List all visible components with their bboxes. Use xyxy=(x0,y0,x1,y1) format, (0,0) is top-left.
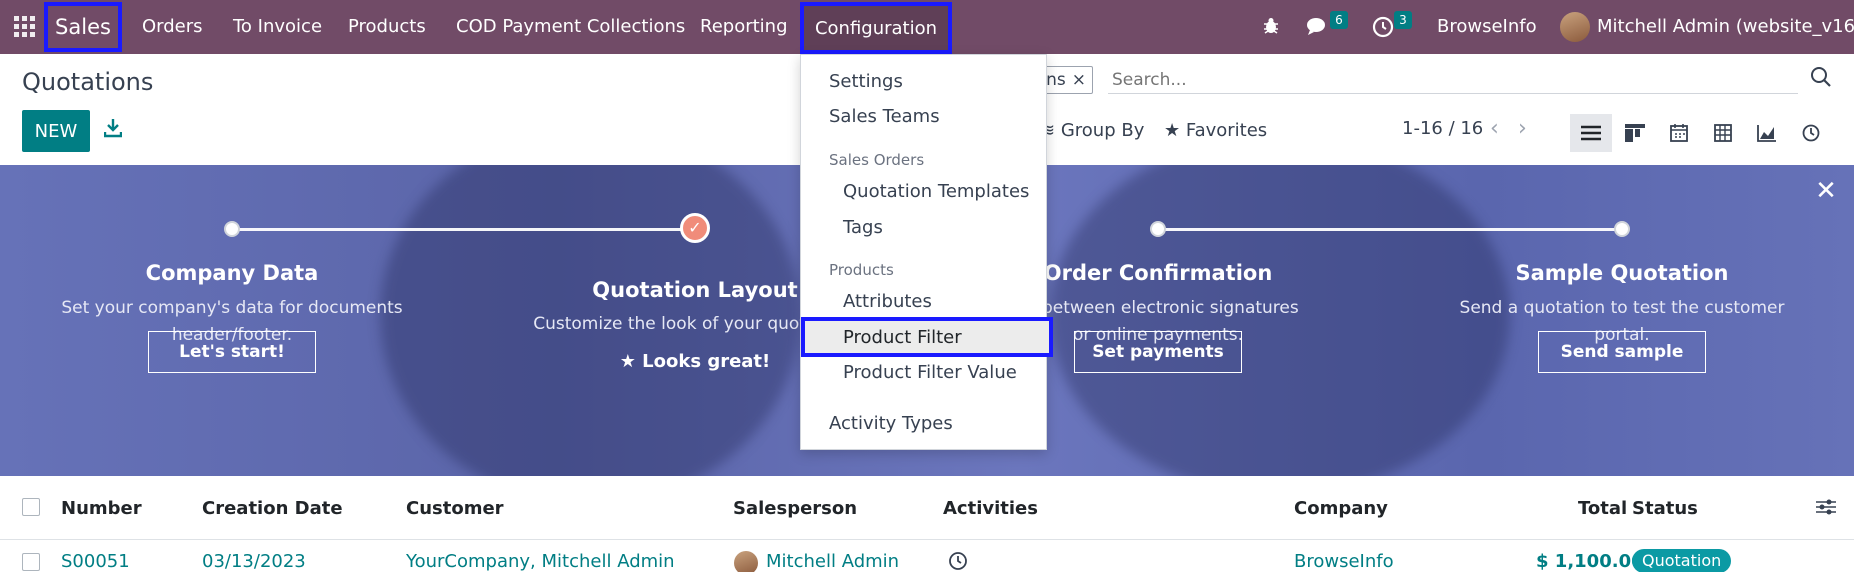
cell-creation-date[interactable]: 03/13/2023 xyxy=(202,551,306,572)
status-badge: Quotation xyxy=(1632,549,1732,572)
column-status[interactable]: Status xyxy=(1632,498,1698,519)
configuration-dropdown: Settings Sales Teams Sales Orders Quotat… xyxy=(800,54,1053,450)
star-icon: ★ xyxy=(619,351,636,372)
salesperson-avatar xyxy=(734,551,758,572)
messages-icon[interactable] xyxy=(1306,16,1328,38)
menu-item-quotation-templates[interactable]: Quotation Templates xyxy=(843,181,1029,202)
favorites-button[interactable]: ★ Favorites xyxy=(1164,120,1267,141)
cell-total: $ 1,100.00 xyxy=(1536,551,1644,572)
close-icon[interactable]: ✕ xyxy=(1814,178,1838,204)
menu-item-settings[interactable]: Settings xyxy=(829,71,903,92)
lets-start-button[interactable]: Let's start! xyxy=(148,331,316,373)
optional-columns-icon[interactable] xyxy=(1816,498,1836,520)
star-icon: ★ xyxy=(1164,120,1181,141)
bug-icon[interactable] xyxy=(1260,16,1282,38)
activities-clock-icon[interactable] xyxy=(1372,16,1394,38)
apps-menu-icon[interactable] xyxy=(14,16,36,38)
progress-line xyxy=(232,228,694,231)
activities-count-badge: 3 xyxy=(1394,11,1412,29)
table-header: Number Creation Date Customer Salesperso… xyxy=(0,476,1854,540)
step-title-company-data: Company Data xyxy=(145,261,319,285)
step-done-check-icon: ✓ xyxy=(680,213,710,243)
menu-item-activity-types[interactable]: Activity Types xyxy=(829,413,953,434)
company-switcher[interactable]: BrowseInfo xyxy=(1437,0,1537,54)
calendar-view-icon[interactable] xyxy=(1658,114,1700,152)
page-title: Quotations xyxy=(22,68,154,96)
menu-item-product-filter-highlight[interactable]: Product Filter xyxy=(801,317,1053,357)
menu-item-attributes[interactable]: Attributes xyxy=(843,291,932,312)
search-icon[interactable] xyxy=(1810,66,1834,90)
cell-customer[interactable]: YourCompany, Mitchell Admin xyxy=(406,551,675,572)
download-icon[interactable] xyxy=(103,118,124,142)
column-total[interactable]: Total xyxy=(1578,498,1627,519)
search-input[interactable] xyxy=(1108,66,1798,94)
step-desc-line: Set your company's data for documents xyxy=(61,298,403,318)
menu-item-product-filter-value[interactable]: Product Filter Value xyxy=(843,362,1017,383)
user-menu[interactable]: Mitchell Admin (website_v16) xyxy=(1597,0,1854,54)
top-navbar: Sales Orders To Invoice Products COD Pay… xyxy=(0,0,1854,54)
group-by-label: Group By xyxy=(1060,120,1145,141)
activity-view-icon[interactable] xyxy=(1790,114,1832,152)
menu-header-products: Products xyxy=(829,261,894,279)
menu-cod-payment-collections[interactable]: COD Payment Collections xyxy=(456,0,685,54)
activity-clock-icon[interactable] xyxy=(948,551,970,572)
kanban-view-icon[interactable] xyxy=(1614,114,1656,152)
looks-great-text: Looks great! xyxy=(642,351,771,372)
select-all-checkbox[interactable] xyxy=(22,498,40,516)
menu-to-invoice[interactable]: To Invoice xyxy=(233,0,322,54)
column-customer[interactable]: Customer xyxy=(406,498,504,519)
new-button[interactable]: NEW xyxy=(22,110,90,152)
row-checkbox[interactable] xyxy=(22,553,40,571)
step-desc-line: Send a quotation to test the customer xyxy=(1459,298,1785,318)
menu-reporting[interactable]: Reporting xyxy=(700,0,788,54)
favorites-label: Favorites xyxy=(1185,120,1268,141)
column-salesperson[interactable]: Salesperson xyxy=(733,498,857,519)
pager-value[interactable]: 1-16 / 16 xyxy=(1402,118,1483,139)
graph-view-icon[interactable] xyxy=(1746,114,1788,152)
pager-next-icon[interactable]: › xyxy=(1518,116,1527,141)
cell-company[interactable]: BrowseInfo xyxy=(1294,551,1394,572)
facet-remove-icon[interactable]: × xyxy=(1072,67,1086,93)
menu-item-product-filter[interactable]: Product Filter xyxy=(843,327,962,348)
send-sample-button[interactable]: Send sample xyxy=(1538,331,1706,373)
list-view-icon[interactable] xyxy=(1570,114,1612,152)
column-company[interactable]: Company xyxy=(1294,498,1388,519)
menu-header-sales-orders: Sales Orders xyxy=(829,151,925,169)
user-avatar[interactable] xyxy=(1560,12,1590,42)
step-dot-sample-quotation xyxy=(1614,221,1630,237)
looks-great-label: ★ Looks great! xyxy=(620,351,771,372)
column-activities[interactable]: Activities xyxy=(943,498,1038,519)
pager-previous-icon[interactable]: ‹ xyxy=(1490,116,1499,141)
pivot-view-icon[interactable] xyxy=(1702,114,1744,152)
menu-item-tags[interactable]: Tags xyxy=(843,217,883,238)
menu-configuration[interactable]: Configuration xyxy=(800,2,952,54)
step-dot-order-confirmation xyxy=(1150,221,1166,237)
cell-salesperson[interactable]: Mitchell Admin xyxy=(766,551,899,572)
cell-number[interactable]: S00051 xyxy=(61,551,130,572)
step-desc-line: Customize the look of your quot xyxy=(533,314,806,334)
table-row[interactable]: S00051 03/13/2023 YourCompany, Mitchell … xyxy=(0,541,1854,572)
step-desc-quotation-layout: Customize the look of your quot xyxy=(506,311,806,338)
app-name-sales[interactable]: Sales xyxy=(44,2,122,52)
column-creation-date[interactable]: Creation Date xyxy=(202,498,343,519)
step-title-quotation-layout: Quotation Layout xyxy=(592,278,798,302)
step-title-sample-quotation: Sample Quotation xyxy=(1515,261,1729,285)
group-by-button[interactable]: ≋ Group By xyxy=(1040,120,1144,141)
set-payments-button[interactable]: Set payments xyxy=(1074,331,1242,373)
menu-products[interactable]: Products xyxy=(348,0,426,54)
column-number[interactable]: Number xyxy=(61,498,142,519)
menu-orders[interactable]: Orders xyxy=(142,0,203,54)
step-title-order-confirmation: Order Confirmation xyxy=(1043,261,1273,285)
messages-count-badge: 6 xyxy=(1330,11,1348,29)
progress-line xyxy=(1158,228,1622,231)
menu-item-sales-teams[interactable]: Sales Teams xyxy=(829,106,940,127)
step-dot-company-data xyxy=(224,221,240,237)
